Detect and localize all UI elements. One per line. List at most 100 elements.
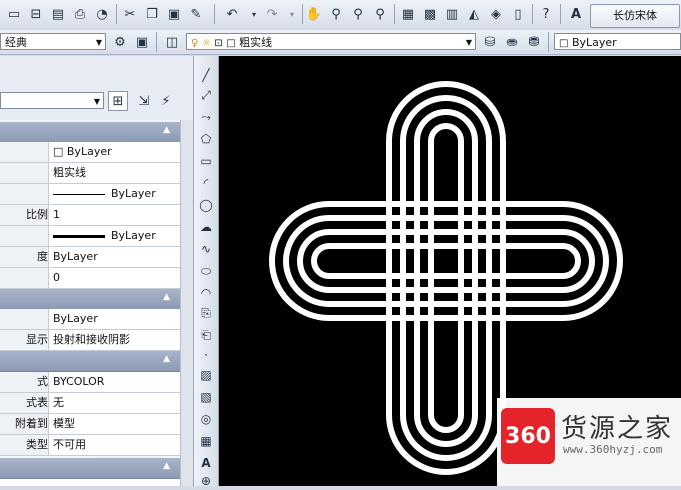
collapse-icon: ▲ <box>163 461 170 471</box>
region-icon[interactable]: ◎ <box>196 410 216 428</box>
draw-toolbar: ╱ ⤢ ⤳ ⬠ ▭ ◜ ◯ ☁ ∿ ⬭ ◠ ⎘ ⎗ · ▨ ▧ ◎ ▦ A ⊕ <box>194 56 219 488</box>
property-row[interactable]: ByLayer <box>0 184 180 205</box>
chevron-down-icon: ▼ <box>465 38 472 47</box>
category-3d-visualization[interactable]: ▲ <box>0 289 180 310</box>
rectangle-icon[interactable]: ▭ <box>196 152 216 170</box>
layer-manager-icon[interactable]: ◫ <box>162 32 182 52</box>
category-plot-style[interactable]: ▲ <box>0 351 180 372</box>
object-type-select[interactable]: ▼ <box>0 92 104 109</box>
copy-icon[interactable]: ❐ <box>142 4 162 24</box>
property-label <box>0 184 49 204</box>
properties-scrollbar[interactable] <box>180 120 193 486</box>
redo-dropdown-icon[interactable]: ▾ <box>282 4 302 24</box>
property-value: ByLayer <box>111 187 156 200</box>
paste-icon[interactable]: ▣ <box>164 4 184 24</box>
properties-icon[interactable]: ▦ <box>398 4 418 24</box>
revision-cloud-icon[interactable]: ☁ <box>196 218 216 236</box>
pan-icon[interactable]: ✋ <box>304 4 324 24</box>
print-icon[interactable]: ⎙ <box>70 4 90 24</box>
make-current-layer-icon[interactable]: ⛁ <box>480 32 500 52</box>
redo-icon[interactable]: ↷ <box>262 4 282 24</box>
add-selected-icon[interactable]: ⊕ <box>196 472 216 490</box>
property-row[interactable]: □ ByLayer <box>0 142 180 163</box>
property-value: ByLayer <box>53 250 98 263</box>
plot-preview-icon[interactable]: ◔ <box>92 4 112 24</box>
layer-states-icon[interactable]: ⛃ <box>524 32 544 52</box>
property-row[interactable]: 式表 无 <box>0 393 180 414</box>
property-row[interactable]: 显示 投射和接收阴影 <box>0 330 180 351</box>
workspace-select[interactable]: 经典 ▼ <box>0 33 106 50</box>
polygon-icon[interactable]: ⬠ <box>196 130 216 148</box>
color-swatch-icon: □ <box>53 145 67 158</box>
markup-icon[interactable]: ◈ <box>486 4 506 24</box>
property-row[interactable]: 度 ByLayer <box>0 247 180 268</box>
category-view[interactable]: ▲ <box>0 458 180 479</box>
spline-icon[interactable]: ∿ <box>196 240 216 258</box>
category-general[interactable]: ▲ <box>0 122 180 143</box>
color-swatch-icon: □ <box>226 38 236 49</box>
property-row[interactable]: ByLayer <box>0 309 180 330</box>
match-properties-icon[interactable]: ✎ <box>186 4 206 24</box>
font-name-box[interactable]: 长仿宋体 <box>590 4 680 28</box>
property-row[interactable]: 附着到 模型 <box>0 414 180 435</box>
property-row[interactable]: 式 BYCOLOR <box>0 372 180 393</box>
make-block-icon[interactable]: ⎗ <box>196 326 216 344</box>
new-file-icon[interactable]: ▭ <box>4 4 24 24</box>
ellipse-arc-icon[interactable]: ◠ <box>196 284 216 302</box>
property-row[interactable]: 粗实线 <box>0 163 180 184</box>
layer-select[interactable]: ♀ ☼ ⊡ □ 粗实线 ▼ <box>186 33 476 50</box>
save-icon[interactable]: ▤ <box>48 4 68 24</box>
toggle-pickadd-icon[interactable]: ⊞ <box>108 91 128 111</box>
table-icon[interactable]: ▦ <box>196 432 216 450</box>
property-row[interactable]: 0 <box>0 268 180 289</box>
open-file-icon[interactable]: ⊟ <box>26 4 46 24</box>
property-label: 度 <box>0 247 49 267</box>
sun-icon: ☼ <box>201 38 211 49</box>
undo-icon[interactable]: ↶ <box>222 4 242 24</box>
tool-palettes-icon[interactable]: ▥ <box>442 4 462 24</box>
multiline-text-icon[interactable]: A <box>196 454 216 472</box>
undo-dropdown-icon[interactable]: ▾ <box>244 4 264 24</box>
property-label <box>0 268 49 288</box>
property-label: 式表 <box>0 393 49 413</box>
line-icon[interactable]: ╱ <box>196 66 216 84</box>
property-value: ByLayer <box>66 145 112 158</box>
linetype-sample <box>53 193 105 195</box>
property-label <box>0 163 49 183</box>
workspace-save-icon[interactable]: ▣ <box>132 32 152 52</box>
arc-icon[interactable]: ◜ <box>196 174 216 192</box>
quick-select-icon[interactable]: ⚡ <box>156 91 176 111</box>
property-row[interactable] <box>0 479 180 486</box>
polyline-icon[interactable]: ⤳ <box>196 108 216 126</box>
property-label: 式 <box>0 372 49 392</box>
layer-previous-icon[interactable]: ⛂ <box>502 32 522 52</box>
design-center-icon[interactable]: ▩ <box>420 4 440 24</box>
horizontal-loop-3 <box>297 229 595 293</box>
property-row[interactable]: 类型 不可用 <box>0 435 180 456</box>
text-style-icon[interactable]: A <box>566 4 586 24</box>
calculator-icon[interactable]: ▯ <box>508 4 528 24</box>
collapse-icon: ▲ <box>163 292 170 302</box>
zoom-previous-icon[interactable]: ⚲ <box>370 4 390 24</box>
select-objects-icon[interactable]: ⇲ <box>134 91 154 111</box>
insert-block-icon[interactable]: ⎘ <box>196 304 216 322</box>
workspace-settings-icon[interactable]: ⚙ <box>110 32 130 52</box>
circle-icon[interactable]: ◯ <box>196 196 216 214</box>
hatch-icon[interactable]: ▨ <box>196 366 216 384</box>
zoom-realtime-icon[interactable]: ⚲ <box>326 4 346 24</box>
help-icon[interactable]: ? <box>536 4 556 24</box>
construction-line-icon[interactable]: ⤢ <box>196 86 216 104</box>
ellipse-icon[interactable]: ⬭ <box>196 262 216 280</box>
zoom-window-icon[interactable]: ⚲ <box>348 4 368 24</box>
property-row[interactable]: ByLayer <box>0 226 180 247</box>
lock-icon: ⊡ <box>214 38 223 49</box>
sheet-set-icon[interactable]: ◭ <box>464 4 484 24</box>
point-icon[interactable]: · <box>196 346 216 364</box>
watermark: 360 货源之家 www.360hyzj.com <box>497 398 681 486</box>
color-control-select[interactable]: □ ByLayer <box>554 33 681 50</box>
property-value: 不可用 <box>53 438 86 451</box>
workspace-layers-toolbar: 经典 ▼ ⚙ ▣ ◫ ♀ ☼ ⊡ □ 粗实线 ▼ ⛁ ⛂ ⛃ □ ByLayer <box>0 30 681 55</box>
property-row[interactable]: 比例 1 <box>0 205 180 226</box>
gradient-icon[interactable]: ▧ <box>196 388 216 406</box>
cut-icon[interactable]: ✂ <box>120 4 140 24</box>
